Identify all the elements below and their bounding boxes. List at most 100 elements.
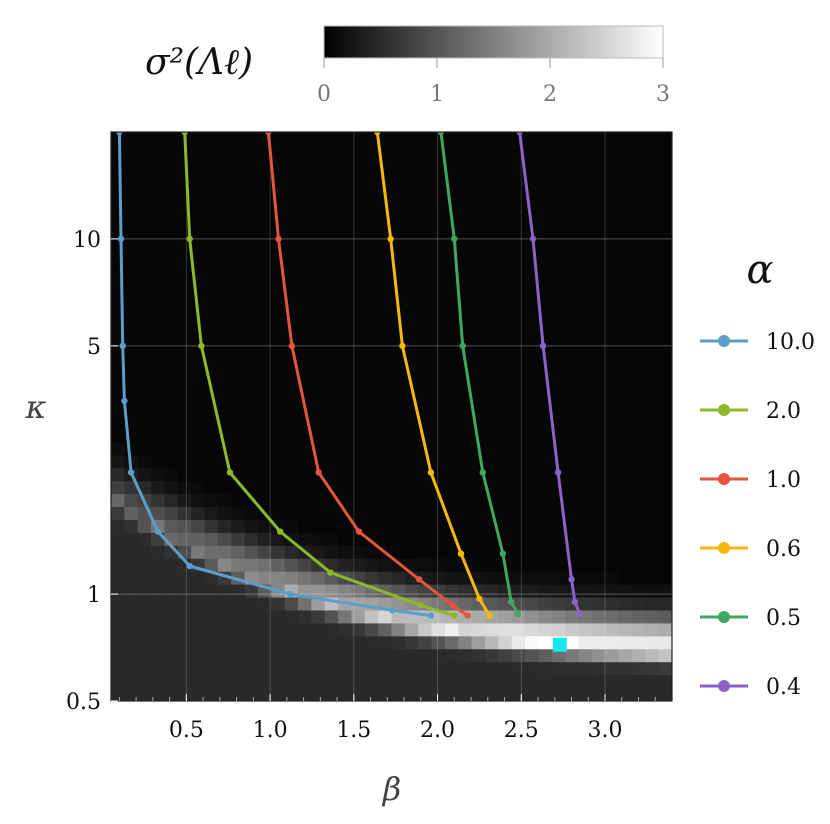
heatmap-cell xyxy=(191,662,206,676)
heatmap-cell xyxy=(111,545,125,560)
series-point xyxy=(127,469,135,476)
heatmap-cell xyxy=(578,623,593,637)
heatmap-cell xyxy=(404,649,419,663)
heatmap-cell xyxy=(631,662,646,676)
heatmap-cell xyxy=(177,507,192,521)
heatmap-cell xyxy=(324,623,339,637)
legend-title: α xyxy=(746,247,773,293)
heatmap-cell xyxy=(284,649,299,663)
heatmap-cell xyxy=(271,662,286,676)
heatmap-cell xyxy=(271,623,286,637)
heatmap-cell xyxy=(298,571,312,586)
heatmap-cell xyxy=(271,558,286,573)
heatmap-cell xyxy=(311,675,326,689)
heatmap-cell xyxy=(458,662,473,676)
series-point xyxy=(479,469,486,476)
heatmap-cell xyxy=(111,662,125,676)
heatmap-cell xyxy=(111,688,125,701)
heatmap-cell xyxy=(151,545,166,560)
heatmap-cell xyxy=(338,636,353,650)
heatmap-cell xyxy=(444,571,459,586)
heatmap-cell xyxy=(591,584,606,599)
heatmap-cell xyxy=(525,571,540,586)
heatmap-cell xyxy=(124,558,139,573)
heatmap-cell xyxy=(191,571,206,586)
heatmap-cell xyxy=(485,649,499,663)
heatmap-cell xyxy=(391,688,406,701)
chart-svg: σ²(Λℓ) 0 1 2 3 0.5 1.0 1.5 2.0 2.5 3.0 0.5 1 5 10 β… xyxy=(25,25,815,808)
heatmap-cell xyxy=(498,610,513,625)
heatmap-cell xyxy=(431,662,446,676)
heatmap-cell xyxy=(311,571,326,586)
heatmap-cell xyxy=(404,675,419,689)
heatmap-cell xyxy=(231,558,246,573)
heatmap-cell xyxy=(231,519,246,534)
heatmap-cell xyxy=(284,623,299,637)
colorbar-ticks: 0 1 2 3 xyxy=(317,58,670,107)
heatmap-cell xyxy=(217,597,232,612)
heatmap-cell xyxy=(605,675,620,689)
heatmap-cell xyxy=(444,675,459,689)
heatmap-cell xyxy=(378,623,393,637)
highlight-marker xyxy=(552,637,567,652)
series-point xyxy=(389,607,396,614)
series-point xyxy=(451,235,458,243)
heatmap-cell xyxy=(111,507,125,521)
heatmap-cell xyxy=(658,584,672,599)
heatmap-cell xyxy=(418,623,433,637)
heatmap-cell xyxy=(444,649,459,663)
heatmap-cell xyxy=(191,597,206,612)
colorbar xyxy=(323,25,664,59)
heatmap-cell xyxy=(204,532,219,547)
heatmap-cell xyxy=(191,675,206,689)
heatmap-cell xyxy=(124,571,139,586)
heatmap-cell xyxy=(338,675,353,689)
heatmap-cell xyxy=(164,468,179,482)
heatmap-cell xyxy=(551,662,566,676)
series-point xyxy=(417,602,425,609)
heatmap-cell xyxy=(204,675,219,689)
heatmap-cell xyxy=(284,636,299,650)
heatmap-cell xyxy=(298,675,312,689)
heatmap-cell xyxy=(151,623,166,637)
colorbar-tick-label: 0 xyxy=(317,82,331,107)
heatmap-cell xyxy=(658,636,672,650)
series-point xyxy=(576,610,584,618)
heatmap-cell xyxy=(271,688,286,701)
heatmap-cell xyxy=(244,636,259,650)
heatmap-cell xyxy=(191,623,206,637)
heatmap-cell xyxy=(565,688,580,701)
series-point xyxy=(117,235,125,243)
series-point xyxy=(186,235,193,243)
series-point xyxy=(539,342,547,350)
heatmap-cell xyxy=(284,545,299,560)
heatmap-cell xyxy=(578,584,593,599)
heatmap-cell xyxy=(444,662,459,676)
heatmap-cell xyxy=(244,519,259,534)
heatmap-cell xyxy=(364,636,379,650)
heatmap-cell xyxy=(217,494,232,508)
heatmap-cell xyxy=(578,636,593,650)
heatmap-cell xyxy=(538,610,553,625)
x-tick-label: 2.0 xyxy=(420,718,455,743)
heatmap-cell xyxy=(471,636,486,650)
heatmap-cell xyxy=(298,623,312,637)
heatmap-cell xyxy=(418,688,433,701)
heatmap-cell xyxy=(298,532,312,547)
heatmap-cell xyxy=(124,662,139,676)
heatmap-cell xyxy=(645,675,660,689)
heatmap-cell xyxy=(151,558,166,573)
series-point xyxy=(464,612,471,619)
heatmap-cell xyxy=(485,584,499,599)
heatmap-cell xyxy=(231,662,246,676)
heatmap-cell xyxy=(338,688,353,701)
heatmap-cell xyxy=(231,623,246,637)
heatmap-cell xyxy=(217,558,232,573)
heatmap-cell xyxy=(658,675,672,689)
heatmap-cell xyxy=(124,532,139,547)
heatmap-cell xyxy=(111,558,125,573)
heatmap-cell xyxy=(164,675,179,689)
heatmap-cell xyxy=(244,649,259,663)
heatmap-cell xyxy=(631,597,646,612)
heatmap-cell xyxy=(338,584,353,599)
